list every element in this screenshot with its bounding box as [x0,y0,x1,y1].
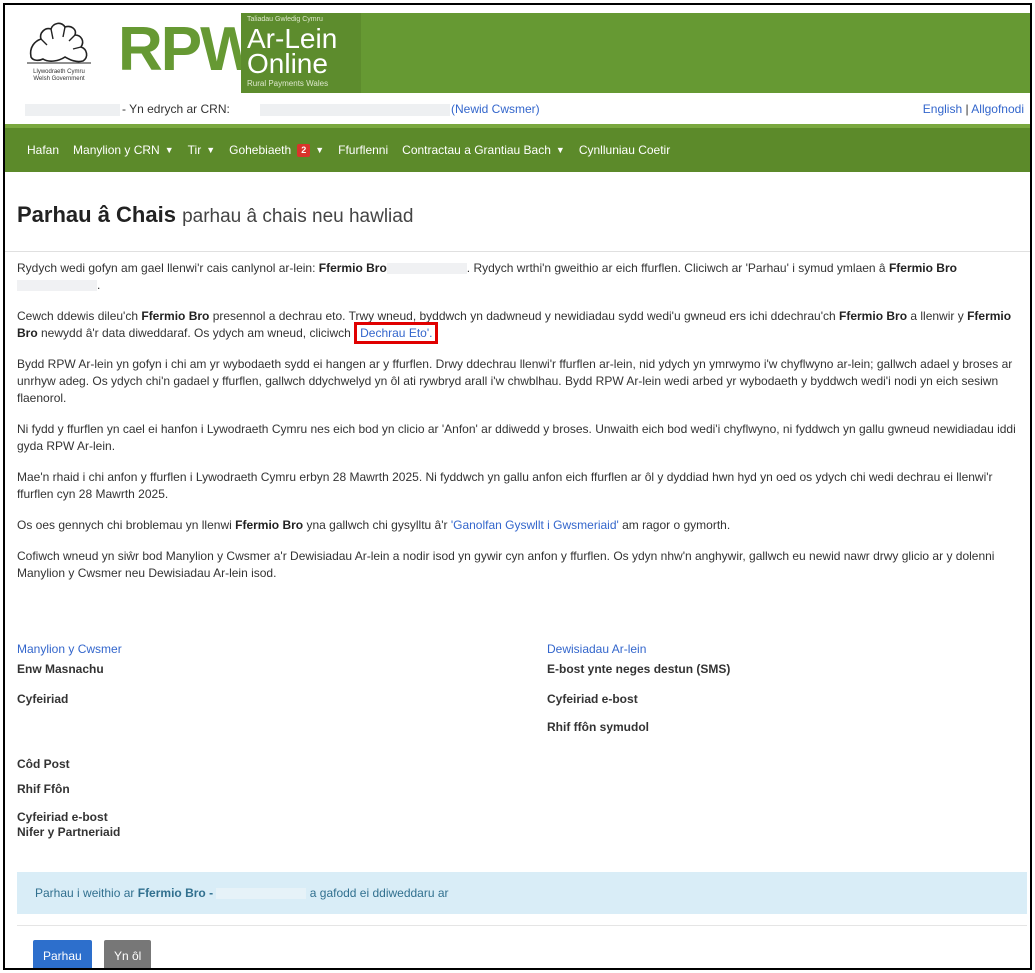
redacted-text [17,280,97,292]
caret-down-icon: ▼ [164,145,174,155]
online-email-label: Cyfeiriad e-bost [547,692,638,706]
text: a llenwir y [907,309,968,323]
notice-scheme-name: Ffermio Bro - [137,886,214,900]
redacted-crn [260,104,450,116]
text: presennol a dechrau eto. Trwy wneud, byd… [209,309,840,323]
scheme-name: Ffermio Bro [235,518,304,532]
online-options-column: Dewisiadau Ar-lein E-bost ynte neges des… [547,642,1027,742]
postcode-label: Côd Post [17,757,70,771]
welsh-government-logo[interactable]: Llywodraeth Cymru Welsh Government [19,17,99,85]
paragraph-intro: Rydych wedi gofyn am gael llenwi'r cais … [17,260,1027,294]
paragraph-help: Os oes gennych chi broblemau yn llenwi F… [17,517,1027,534]
ar-lein-logo-block: Taliadau Gwledig Cymru Ar-Lein Online Ru… [241,13,361,93]
start-again-link[interactable]: Dechrau Eto'. [354,322,439,344]
dragon-icon [27,22,91,64]
contact-centre-link[interactable]: 'Ganolfan Gyswllt i Gwsmeriaid' [451,518,619,532]
english-link[interactable]: English [923,102,962,116]
paragraph-restart: Cewch ddewis dileu'ch Ffermio Bro presen… [17,308,1027,344]
scheme-name: Ffermio Bro [888,261,957,275]
tagline: Taliadau Gwledig Cymru [247,16,323,23]
text: am ragor o gymorth. [618,518,731,532]
customer-details-link[interactable]: Manylion y Cwsmer [17,642,517,656]
page-title: Parhau â Chais parhau â chais neu hawlia… [17,202,413,228]
continue-notice: Parhau i weithio ar Ffermio Bro - a gafo… [17,872,1027,914]
crn-row: - Yn edrych ar CRN: (Newid Cwsmer) Engli… [5,98,1030,122]
correspondence-count-badge: 2 [297,143,311,157]
nav-land[interactable]: Tir ▼ [188,143,215,157]
gov-name: Llywodraeth Cymru Welsh Government [19,69,99,83]
scheme-name: Ffermio Bro [318,261,387,275]
nav-woodland-label: Cynlluniau Coetir [578,143,671,157]
nav-forms[interactable]: Ffurflenni [338,143,388,157]
divider [17,925,1027,926]
ar-lein-banner: Taliadau Gwledig Cymru Ar-Lein Online Ru… [241,13,1030,93]
email-label: Cyfeiriad e-bost [17,810,108,824]
redacted-text [386,263,467,275]
nav-forms-label: Ffurflenni [338,143,389,157]
text: newydd â'r data diweddaraf. Os ydych am … [37,326,355,340]
page-title-area: Parhau â Chais parhau â chais neu hawlia… [5,172,1030,252]
text: yna gallwch chi gysylltu â'r [303,518,451,532]
rpw-logo-text[interactable]: RPW [118,19,259,81]
nav-correspondence[interactable]: Gohebiaeth 2 ▼ [229,143,324,157]
scheme-name: Ffermio Bro [141,309,210,323]
text: Cewch ddewis dileu'ch [17,309,142,323]
caret-down-icon: ▼ [206,145,216,155]
main-content: Rydych wedi gofyn am gael llenwi'r cais … [17,260,1027,596]
email-or-sms-label: E-bost ynte neges destun (SMS) [547,662,731,676]
caret-down-icon: ▼ [555,145,565,155]
paragraph-deadline: Mae'n rhaid i chi anfon y ffurflen i Lyw… [17,470,993,501]
phone-label: Rhif Ffôn [17,782,70,796]
partners-label: Nifer y Partneriaid [17,825,121,839]
text: Rydych wedi gofyn am gael llenwi'r cais … [17,261,319,275]
nav-woodland[interactable]: Cynlluniau Coetir [579,143,670,157]
notice-updated-text: a gafodd ei ddiweddaru ar [309,886,449,900]
continue-button[interactable]: Parhau [33,940,92,968]
scheme-name: Ffermio Bro [839,309,908,323]
customer-details-column: Manylion y Cwsmer Enw Masnachu Cyfeiriad… [17,642,517,852]
trading-name-label: Enw Masnachu [17,662,104,676]
notice-text: Parhau i weithio ar [35,886,138,900]
logout-link[interactable]: Allgofnodi [971,102,1024,116]
redacted-text [216,888,307,900]
main-nav: Hafan Manylion y CRN ▼ Tir ▼ Gohebiaeth 2 ▼ … [5,124,1030,172]
text: Os oes gennych chi broblemau yn llenwi [17,518,236,532]
nav-land-label: Tir [187,143,202,157]
caret-down-icon: ▼ [315,145,325,155]
link-separator: | [965,102,969,116]
nav-home-label: Hafan [27,143,60,157]
online-options-link[interactable]: Dewisiadau Ar-lein [547,642,1027,656]
page-title-text: Parhau â Chais [17,202,176,227]
rpw-wales-text: Rural Payments Wales [247,79,329,88]
back-button[interactable]: Yn ôl [104,940,152,968]
nav-crn-details-label: Manylion y CRN [73,143,160,157]
nav-contracts-label: Contractau a Grantiau Bach [402,143,551,157]
text: . [97,278,101,292]
nav-home[interactable]: Hafan [27,143,59,157]
redacted-name [25,104,120,116]
change-customer-link[interactable]: (Newid Cwsmer) [451,102,540,116]
nav-crn-details[interactable]: Manylion y CRN ▼ [73,143,174,157]
page-subtitle: parhau â chais neu hawliad [182,206,414,227]
crn-label: - Yn edrych ar CRN: [122,102,230,116]
text: . Rydych wrthi'n gweithio ar eich ffurfl… [466,261,889,275]
language-links: English | Allgofnodi [923,102,1024,116]
gov-name-english: Welsh Government [33,76,85,82]
address-label: Cyfeiriad [17,692,69,706]
mobile-label: Rhif ffôn symudol [547,720,649,734]
page-frame: Llywodraeth Cymru Welsh Government RPW T… [3,3,1032,970]
online-text: Online [247,48,328,79]
nav-correspondence-label: Gohebiaeth [229,143,292,157]
paragraph-info: Bydd RPW Ar-lein yn gofyn i chi am yr wy… [17,357,1013,405]
site-header: Llywodraeth Cymru Welsh Government RPW T… [5,5,1030,98]
nav-contracts[interactable]: Contractau a Grantiau Bach ▼ [402,143,565,157]
paragraph-submit: Ni fydd y ffurflen yn cael ei hanfon i L… [17,422,1016,453]
paragraph-check-details: Cofiwch wneud yn siŵr bod Manylion y Cws… [17,549,995,580]
gov-name-welsh: Llywodraeth Cymru [33,69,85,75]
